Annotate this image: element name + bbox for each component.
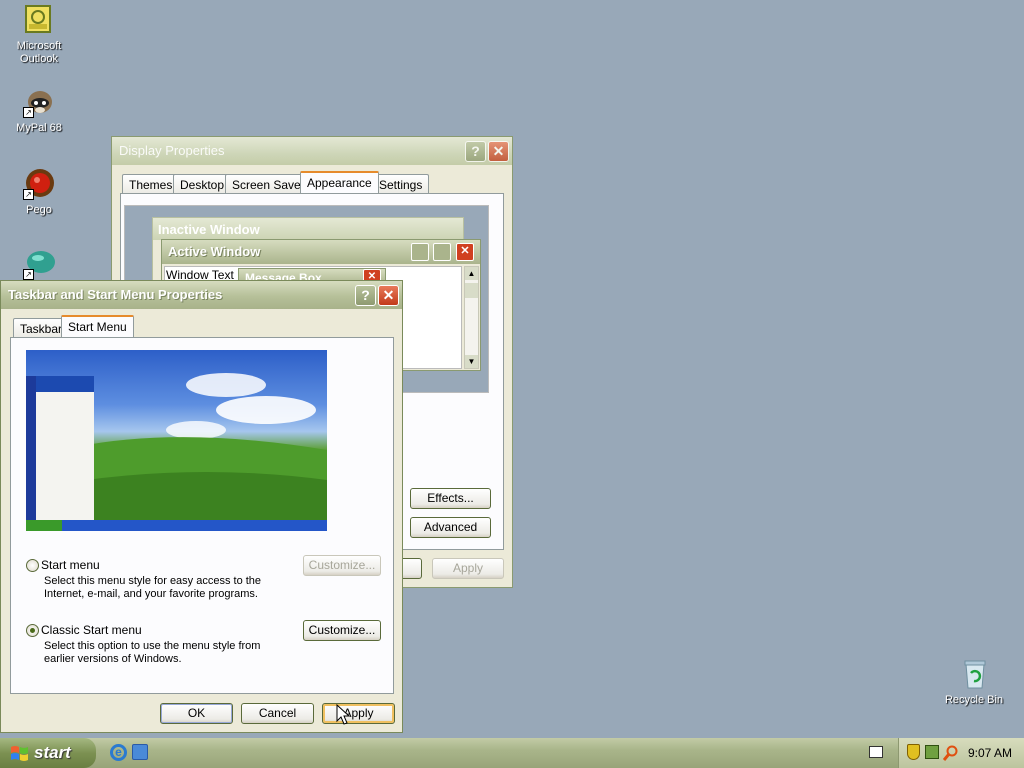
classic-start-menu-description: Select this option to use the menu style… <box>44 640 261 665</box>
taskbar-properties-titlebar[interactable]: Taskbar and Start Menu Properties ? ✕ <box>1 281 402 309</box>
taskbar-props-tabs: Taskbar Start Menu <box>11 315 211 338</box>
start-label: start <box>34 743 71 762</box>
tab-settings[interactable]: Settings <box>372 174 430 193</box>
tab-desktop[interactable]: Desktop <box>173 174 232 193</box>
quicklaunch-app-icon[interactable] <box>132 744 148 760</box>
network-icon[interactable] <box>925 745 939 759</box>
display-properties-titlebar[interactable]: Display Properties ? ✕ <box>112 137 512 165</box>
classic-customize-button[interactable]: Customize... <box>303 620 381 641</box>
desktop-icon-mypal[interactable]: ↗ MyPal 68 <box>1 86 77 135</box>
tab-themes[interactable]: Themes <box>122 174 180 193</box>
classic-start-menu-label[interactable]: Classic Start menu <box>41 623 142 637</box>
desktop-icon-label: Recycle Bin <box>944 694 1004 706</box>
desktop-icon-recycle-bin[interactable]: Recycle Bin <box>936 658 1012 707</box>
desktop-icon-label: MyPal 68 <box>16 122 62 134</box>
close-button[interactable]: ✕ <box>488 141 509 162</box>
effects-button[interactable]: Effects... <box>410 488 491 509</box>
preview-inactive-title: Inactive Window <box>158 222 260 237</box>
classic-start-menu-radio[interactable] <box>26 624 39 637</box>
desktop-icon-outlook[interactable]: Microsoft Outlook <box>1 4 77 66</box>
window-title: Taskbar and Start Menu Properties <box>8 287 223 302</box>
raccoon-icon: ↗ <box>23 86 55 118</box>
internet-explorer-icon[interactable]: e <box>110 744 127 761</box>
ok-button[interactable]: OK <box>160 703 233 724</box>
apply-button[interactable]: Apply <box>322 703 395 724</box>
advanced-button[interactable]: Advanced <box>410 517 491 538</box>
start-menu-label[interactable]: Start menu <box>41 558 100 572</box>
close-icon: ✕ <box>456 243 474 261</box>
start-menu-description: Select this menu style for easy access t… <box>44 575 262 600</box>
preview-scrollbar: ▲ ▼ <box>464 266 479 369</box>
desktop-icon-label: Microsoft Outlook <box>16 40 62 65</box>
windows-logo-icon <box>11 746 28 761</box>
start-menu-preview <box>26 350 327 531</box>
tab-screen-saver[interactable]: Screen Saver <box>225 174 312 193</box>
security-shield-icon[interactable] <box>907 744 920 760</box>
clock[interactable]: 9:07 AM <box>968 746 1012 760</box>
window-title: Display Properties <box>119 143 225 158</box>
cancel-button[interactable]: Cancel <box>241 703 314 724</box>
keyboard-icon[interactable] <box>869 746 883 758</box>
help-button[interactable]: ? <box>355 285 376 306</box>
tab-appearance[interactable]: Appearance <box>300 171 379 193</box>
recycle-bin-icon <box>958 658 990 690</box>
search-icon[interactable] <box>943 745 959 761</box>
desktop-icon-label: Pego <box>26 204 52 216</box>
desktop-icon-app4[interactable]: ↗ <box>1 248 77 284</box>
tab-start-menu[interactable]: Start Menu <box>61 315 134 337</box>
preview-active-title: Active Window <box>168 244 261 259</box>
display-apply-button[interactable]: Apply <box>432 558 504 579</box>
help-button[interactable]: ? <box>465 141 486 162</box>
desktop-icon-pego[interactable]: ↗ Pego <box>1 168 77 217</box>
start-button[interactable]: start <box>0 738 96 768</box>
mouse-cursor-icon <box>336 704 350 725</box>
maximize-icon <box>433 243 451 261</box>
taskbar-properties-window: Taskbar and Start Menu Properties ? ✕ Ta… <box>0 280 403 733</box>
close-button[interactable]: ✕ <box>378 285 399 306</box>
shortcut-arrow-icon: ↗ <box>23 189 34 200</box>
display-tabs: Themes Desktop Screen Saver Appearance S… <box>120 171 510 194</box>
shortcut-arrow-icon: ↗ <box>23 107 34 118</box>
outlook-icon <box>23 4 55 36</box>
teal-app-icon: ↗ <box>23 248 55 280</box>
scroll-down-icon: ▼ <box>465 355 478 368</box>
start-menu-customize-button[interactable]: Customize... <box>303 555 381 576</box>
scroll-up-icon: ▲ <box>465 267 478 280</box>
start-menu-panel: Start menu Select this menu style for ea… <box>10 337 394 694</box>
shortcut-arrow-icon: ↗ <box>23 269 34 280</box>
system-tray: 9:07 AM <box>898 738 1024 768</box>
bliss-wallpaper <box>26 373 327 531</box>
minimize-icon <box>411 243 429 261</box>
taskbar: start e 9:07 AM <box>0 738 1024 768</box>
pego-icon: ↗ <box>23 168 55 200</box>
start-menu-radio[interactable] <box>26 559 39 572</box>
